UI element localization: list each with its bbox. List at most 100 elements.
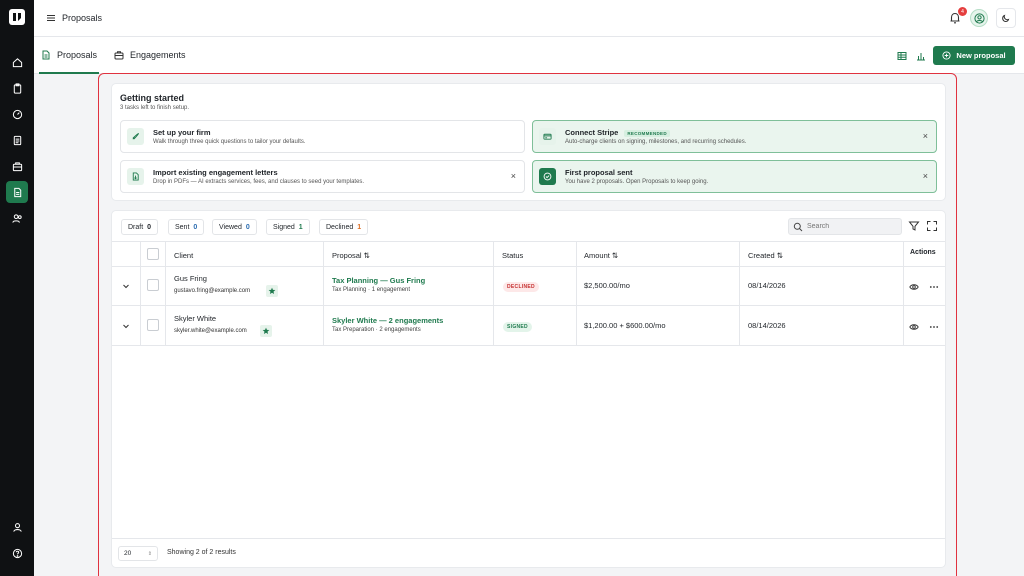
task-title: Set up your firm [153, 128, 211, 137]
table-footer: 20 ⇕ Showing 2 of 2 results [112, 538, 945, 567]
fullscreen-icon[interactable] [926, 220, 938, 232]
task-desc: Drop in PDFs — AI extracts services, fee… [153, 179, 365, 185]
row-checkbox[interactable] [147, 319, 159, 331]
nav-help-icon[interactable] [6, 542, 28, 564]
recommended-badge: RECOMMENDED [624, 129, 670, 137]
rocket-icon [127, 128, 144, 145]
column-created[interactable]: Created ⇅ [748, 251, 783, 260]
card-icon [539, 128, 556, 145]
more-options-icon[interactable] [929, 322, 939, 332]
proposal-subtitle: Tax Preparation · 2 engagements [332, 327, 421, 333]
app-logo-icon[interactable] [9, 9, 25, 25]
stepper-arrows-icon: ⇕ [147, 550, 152, 557]
row-checkbox[interactable] [147, 279, 159, 291]
nav-home-icon[interactable] [6, 51, 28, 73]
tab-label: Engagements [130, 50, 186, 60]
nav-document-icon[interactable] [6, 129, 28, 151]
task-title-text: Connect Stripe [565, 128, 619, 137]
chevron-down-icon[interactable] [122, 322, 130, 330]
task-import-letters[interactable]: Import existing engagement letters Drop … [120, 160, 525, 193]
search-icon [793, 222, 803, 231]
task-connect-stripe[interactable]: Connect Stripe RECOMMENDED Auto-charge cl… [532, 120, 937, 153]
amount: $1,200.00 + $600.00/mo [584, 321, 666, 330]
table-view-icon[interactable] [897, 51, 907, 61]
tab-proposals[interactable]: Proposals [38, 50, 100, 74]
filter-sent[interactable]: Sent 0 [168, 219, 205, 235]
getting-started-title: Getting started [120, 93, 185, 103]
filter-count: 1 [298, 223, 303, 231]
column-client[interactable]: Client [174, 251, 193, 260]
tab-engagements[interactable]: Engagements [114, 50, 186, 60]
search-input[interactable] [807, 223, 897, 230]
filter-count: 0 [147, 223, 152, 231]
table-row[interactable]: Gus Fring gustavo.fring@example.com Tax … [112, 267, 945, 306]
results-count: Showing 2 of 2 results [167, 549, 236, 556]
nav-proposals-icon[interactable] [6, 181, 28, 203]
created-date: 08/14/2026 [748, 281, 786, 290]
star-icon[interactable] [266, 285, 278, 297]
chevron-down-icon[interactable] [122, 282, 130, 290]
left-rail [0, 0, 34, 576]
client-name: Skyler White [174, 314, 217, 323]
nav-clipboard-icon[interactable] [6, 77, 28, 99]
notification-badge: 4 [958, 7, 967, 16]
filter-label: Sent [175, 223, 190, 231]
file-import-icon [127, 168, 144, 185]
filter-funnel-icon[interactable] [908, 220, 920, 232]
view-eye-icon[interactable] [909, 322, 919, 332]
task-first-proposal[interactable]: First proposal sent You have 2 proposals… [532, 160, 937, 193]
task-title: First proposal sent [565, 168, 633, 177]
column-actions: Actions [910, 249, 936, 256]
tab-bar: Proposals Engagements New proposal [34, 37, 1024, 74]
nav-briefcase-icon[interactable] [6, 155, 28, 177]
proposal-title-link[interactable]: Tax Planning — Gus Fring [332, 276, 425, 285]
created-date: 08/14/2026 [748, 321, 786, 330]
task-title: Connect Stripe RECOMMENDED [565, 128, 670, 137]
menu-icon[interactable] [46, 13, 56, 23]
task-desc: You have 2 proposals. Open Proposals to … [565, 179, 709, 185]
document-icon [42, 50, 50, 60]
filter-draft[interactable]: Draft 0 [121, 219, 159, 235]
client-name: Gus Fring [174, 274, 207, 283]
page-size-value: 20 [124, 550, 132, 557]
task-setup-firm[interactable]: Set up your firm Walk through three quic… [120, 120, 525, 153]
star-icon[interactable] [260, 325, 272, 337]
proposal-subtitle: Tax Planning · 1 engagement [332, 287, 411, 293]
chart-view-icon[interactable] [916, 51, 926, 61]
theme-toggle-button[interactable] [996, 8, 1016, 28]
getting-started-subtitle: 3 tasks left to finish setup. [120, 105, 190, 111]
filter-declined[interactable]: Declined 1 [319, 219, 369, 235]
filter-signed[interactable]: Signed 1 [266, 219, 310, 235]
status-badge: SIGNED [503, 322, 532, 332]
dismiss-close-icon[interactable]: × [923, 171, 928, 181]
column-amount[interactable]: Amount ⇅ [584, 251, 618, 260]
task-desc: Auto-charge clients on signing, mileston… [565, 139, 747, 145]
nav-profile-icon[interactable] [6, 516, 28, 538]
plus-circle-icon [942, 51, 951, 60]
avatar[interactable] [970, 9, 988, 27]
proposal-title-link[interactable]: Skyler White — 2 engagements [332, 316, 443, 325]
filter-viewed[interactable]: Viewed 0 [212, 219, 257, 235]
table-row[interactable]: Skyler White skyler.white@example.com Sk… [112, 307, 945, 346]
nav-gauge-icon[interactable] [6, 103, 28, 125]
column-proposal[interactable]: Proposal ⇅ [332, 251, 370, 260]
column-status[interactable]: Status [502, 251, 523, 260]
check-circle-icon [539, 168, 556, 185]
dismiss-close-icon[interactable]: × [511, 171, 516, 181]
view-eye-icon[interactable] [909, 282, 919, 292]
tab-label: Proposals [57, 50, 98, 60]
more-options-icon[interactable] [929, 282, 939, 292]
status-badge: DECLINED [503, 282, 539, 292]
nav-users-icon[interactable] [6, 207, 28, 229]
dismiss-close-icon[interactable]: × [923, 131, 928, 141]
select-all-checkbox[interactable] [147, 248, 159, 260]
new-proposal-button[interactable]: New proposal [933, 46, 1015, 65]
filter-label: Signed [273, 223, 295, 231]
filter-label: Draft [128, 223, 144, 231]
client-email: gustavo.fring@example.com [174, 288, 251, 294]
filter-label: Declined [326, 223, 354, 231]
page-size-select[interactable]: 20 ⇕ [118, 546, 158, 561]
filter-count: 0 [245, 223, 250, 231]
getting-started-card: Getting started 3 tasks left to finish s… [111, 83, 946, 201]
new-proposal-label: New proposal [956, 51, 1006, 60]
